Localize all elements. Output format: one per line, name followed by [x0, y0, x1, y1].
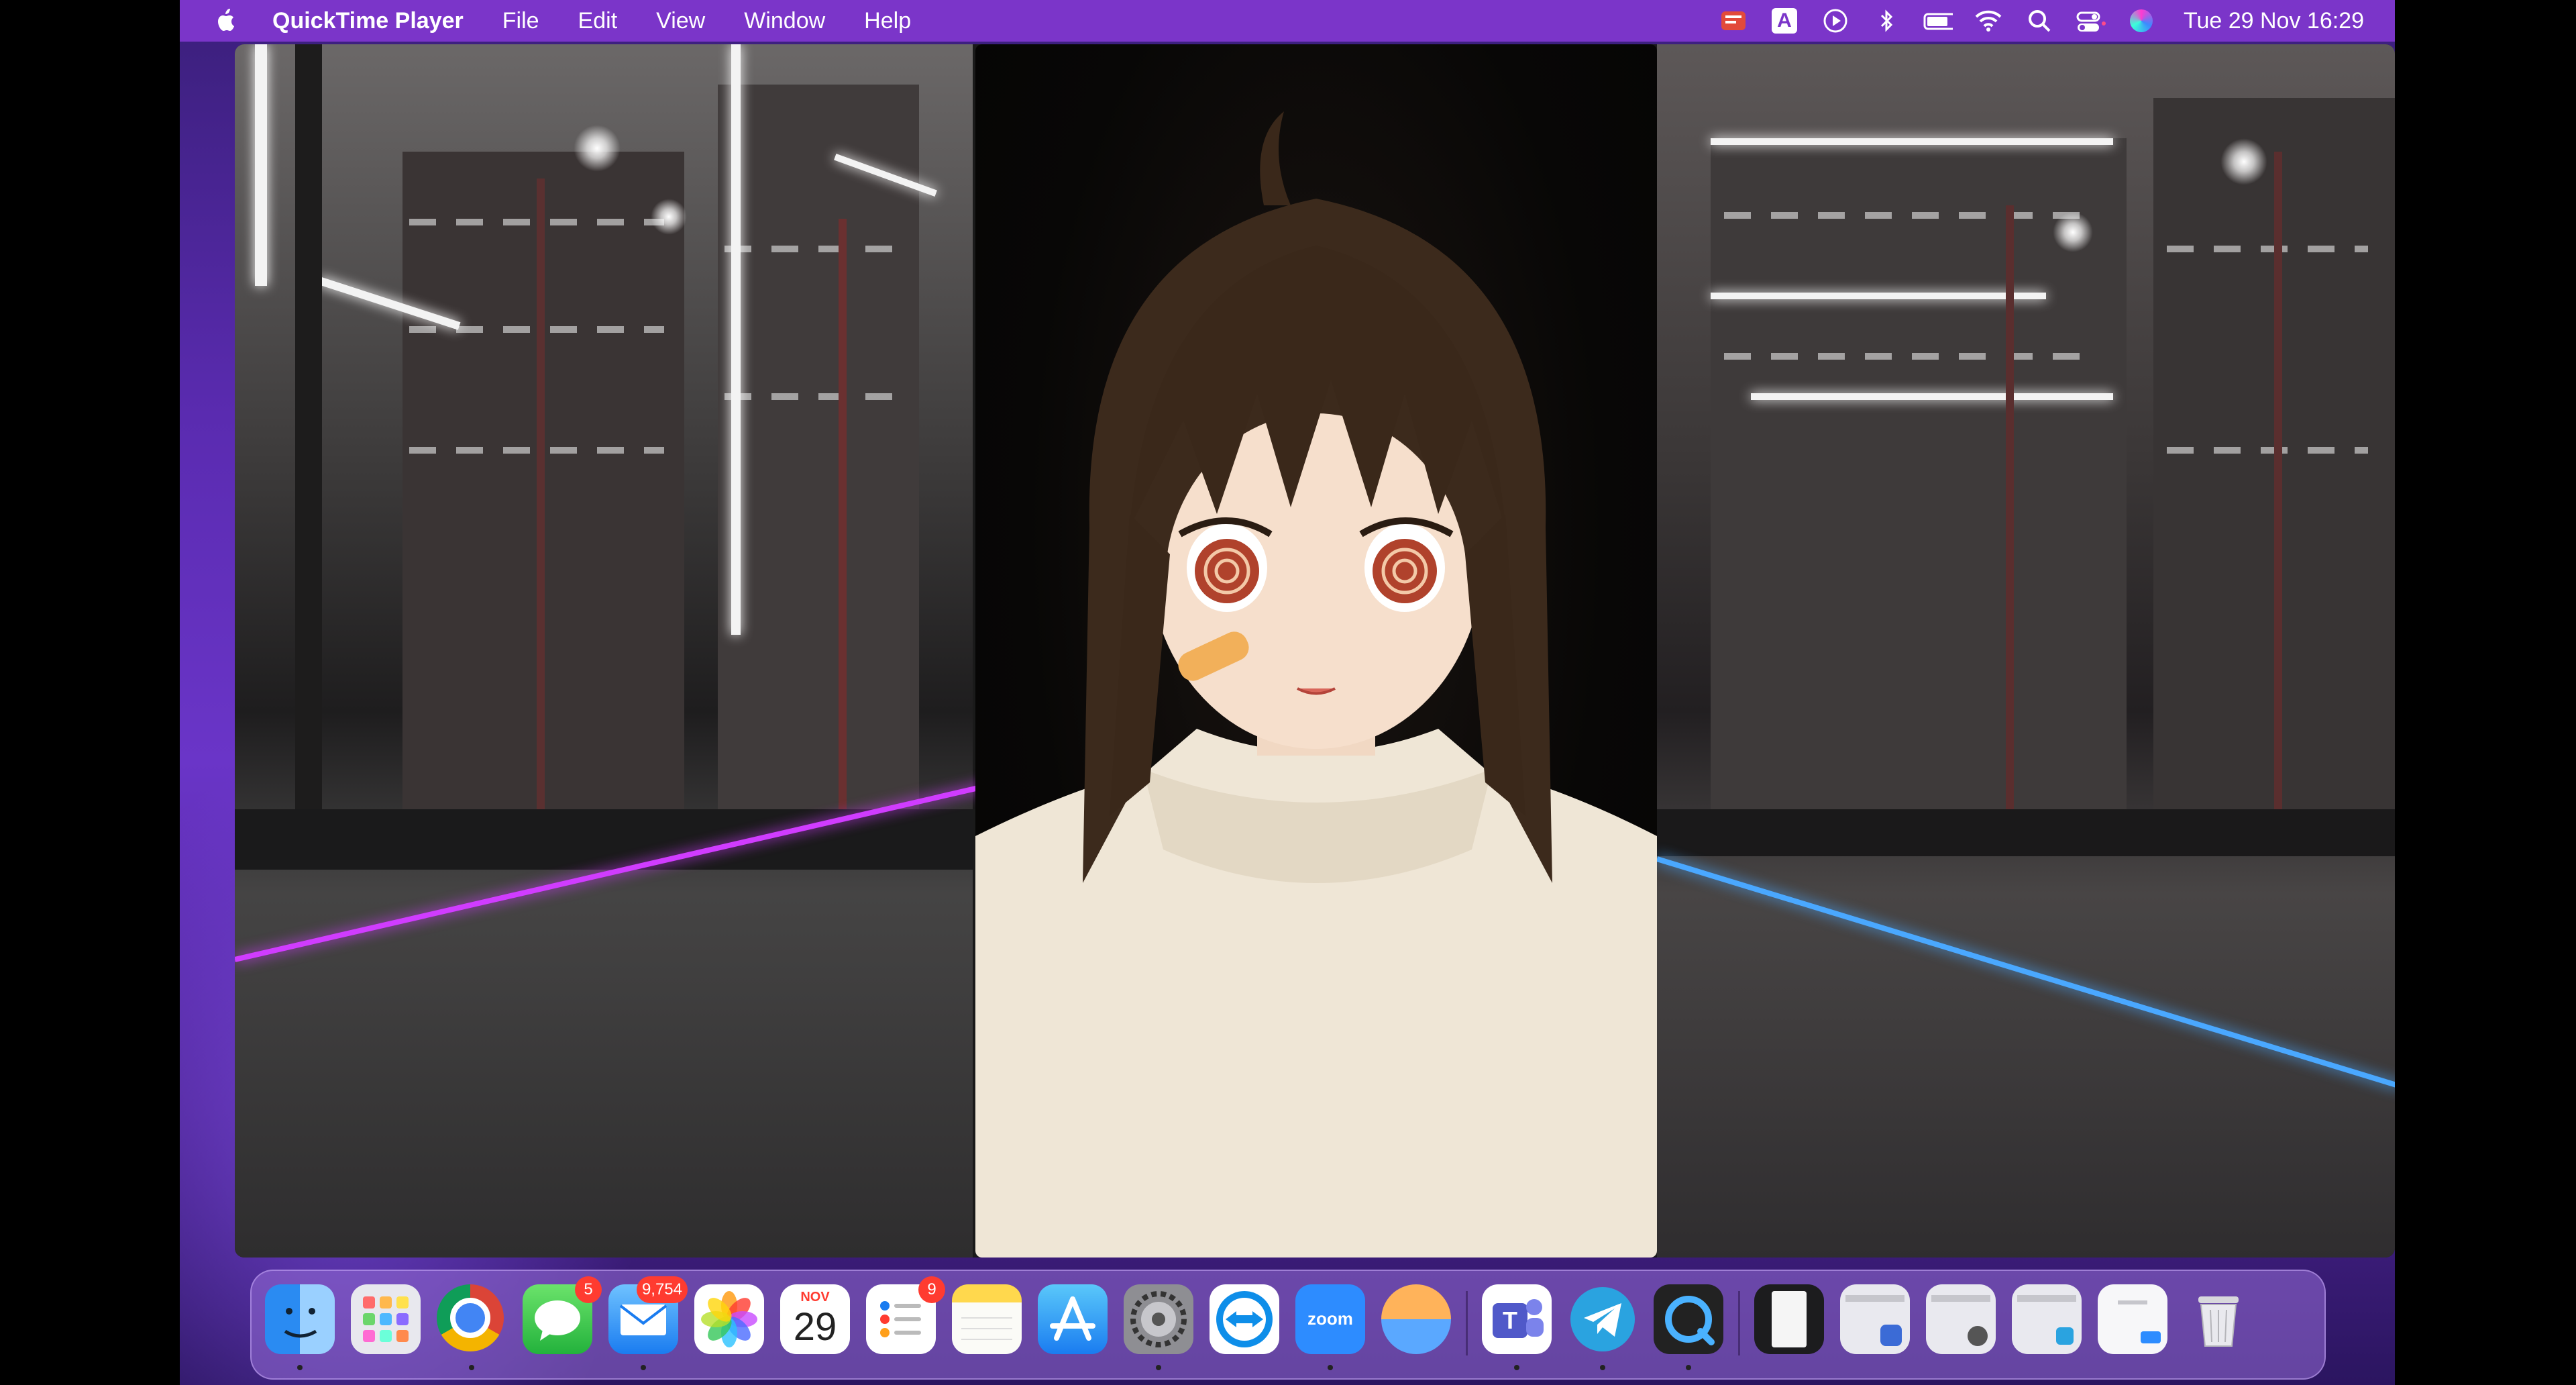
apple-menu-icon[interactable]	[213, 6, 240, 36]
system-preferences-running-indicator	[1156, 1365, 1161, 1370]
finder-running-indicator	[297, 1365, 303, 1370]
play-icon[interactable]	[1820, 5, 1851, 36]
menu-file[interactable]: File	[502, 8, 539, 34]
zoom-icon-label: zoom	[1307, 1309, 1353, 1329]
minimized-window-2[interactable]	[1840, 1284, 1910, 1354]
menu-bar: QuickTime Player File Edit View Window H…	[180, 0, 2395, 42]
photos-icon[interactable]	[694, 1284, 764, 1354]
calendar-day: 29	[793, 1305, 837, 1349]
chrome-running-indicator	[469, 1365, 474, 1370]
dock-separator	[1466, 1291, 1468, 1355]
minimized-window-3[interactable]	[1926, 1284, 1996, 1354]
menu-help[interactable]: Help	[864, 8, 911, 34]
finder-icon[interactable]	[265, 1284, 335, 1354]
teams-icon[interactable]: T	[1482, 1284, 1552, 1354]
zoom-running-indicator	[1328, 1365, 1333, 1370]
quicktime-video-frame[interactable]	[235, 44, 2395, 1258]
video-scene-left	[235, 44, 1020, 1258]
menu-view[interactable]: View	[656, 8, 705, 34]
input-source-icon[interactable]: A	[1769, 5, 1800, 36]
video-scene-right	[1656, 44, 2395, 1258]
minimized-window-5[interactable]	[2098, 1284, 2167, 1354]
dock: 5 9,754 NOV 29 9 zoom T	[250, 1270, 2326, 1380]
mail-badge: 9,754	[636, 1276, 688, 1303]
desktop: QuickTime Player File Edit View Window H…	[180, 0, 2395, 1385]
svg-text:T: T	[1503, 1306, 1517, 1334]
teamviewer-icon[interactable]	[1210, 1284, 1279, 1354]
anime-avatar-illustration	[975, 111, 1657, 1258]
telegram-running-indicator	[1600, 1365, 1605, 1370]
messages-badge: 5	[575, 1276, 602, 1303]
mail-icon[interactable]: 9,754	[608, 1276, 688, 1354]
spotlight-icon[interactable]	[2024, 5, 2055, 36]
pdf-expert-icon[interactable]	[1718, 5, 1749, 36]
system-preferences-icon[interactable]	[1124, 1284, 1193, 1354]
trash-icon[interactable]	[2184, 1284, 2253, 1354]
menu-edit[interactable]: Edit	[578, 8, 618, 34]
menu-window[interactable]: Window	[744, 8, 825, 34]
bluetooth-icon[interactable]	[1871, 5, 1902, 36]
menubar-clock[interactable]: Tue 29 Nov 16:29	[2184, 8, 2364, 34]
minimized-window-1[interactable]	[1754, 1284, 1824, 1354]
launchpad-icon[interactable]	[351, 1284, 421, 1354]
minimized-window-4[interactable]	[2012, 1284, 2082, 1354]
app-store-icon[interactable]	[1038, 1284, 1108, 1354]
telegram-icon[interactable]	[1568, 1284, 1638, 1354]
quicktime-running-indicator	[1686, 1365, 1691, 1370]
wifi-icon[interactable]	[1973, 5, 2004, 36]
backup-icon[interactable]	[1381, 1284, 1451, 1354]
mail-running-indicator	[641, 1365, 646, 1370]
calendar-icon[interactable]: NOV 29	[780, 1284, 850, 1354]
messages-icon[interactable]: 5	[523, 1276, 602, 1354]
notes-icon[interactable]	[952, 1284, 1022, 1354]
control-center-icon[interactable]	[2075, 5, 2106, 36]
zoom-icon[interactable]: zoom	[1295, 1284, 1365, 1354]
battery-icon[interactable]	[1922, 5, 1953, 36]
siri-icon[interactable]	[2126, 5, 2157, 36]
input-source-label: A	[1771, 8, 1797, 34]
video-avatar-portrait	[975, 44, 1657, 1258]
quicktime-icon[interactable]	[1654, 1284, 1723, 1354]
chrome-icon[interactable]	[437, 1284, 506, 1354]
calendar-month: NOV	[800, 1290, 830, 1304]
reminders-icon[interactable]: 9	[866, 1276, 945, 1354]
teams-running-indicator	[1514, 1365, 1519, 1370]
dock-separator	[1738, 1291, 1740, 1355]
app-menu-quicktime[interactable]: QuickTime Player	[272, 8, 464, 34]
reminders-badge: 9	[918, 1276, 945, 1303]
